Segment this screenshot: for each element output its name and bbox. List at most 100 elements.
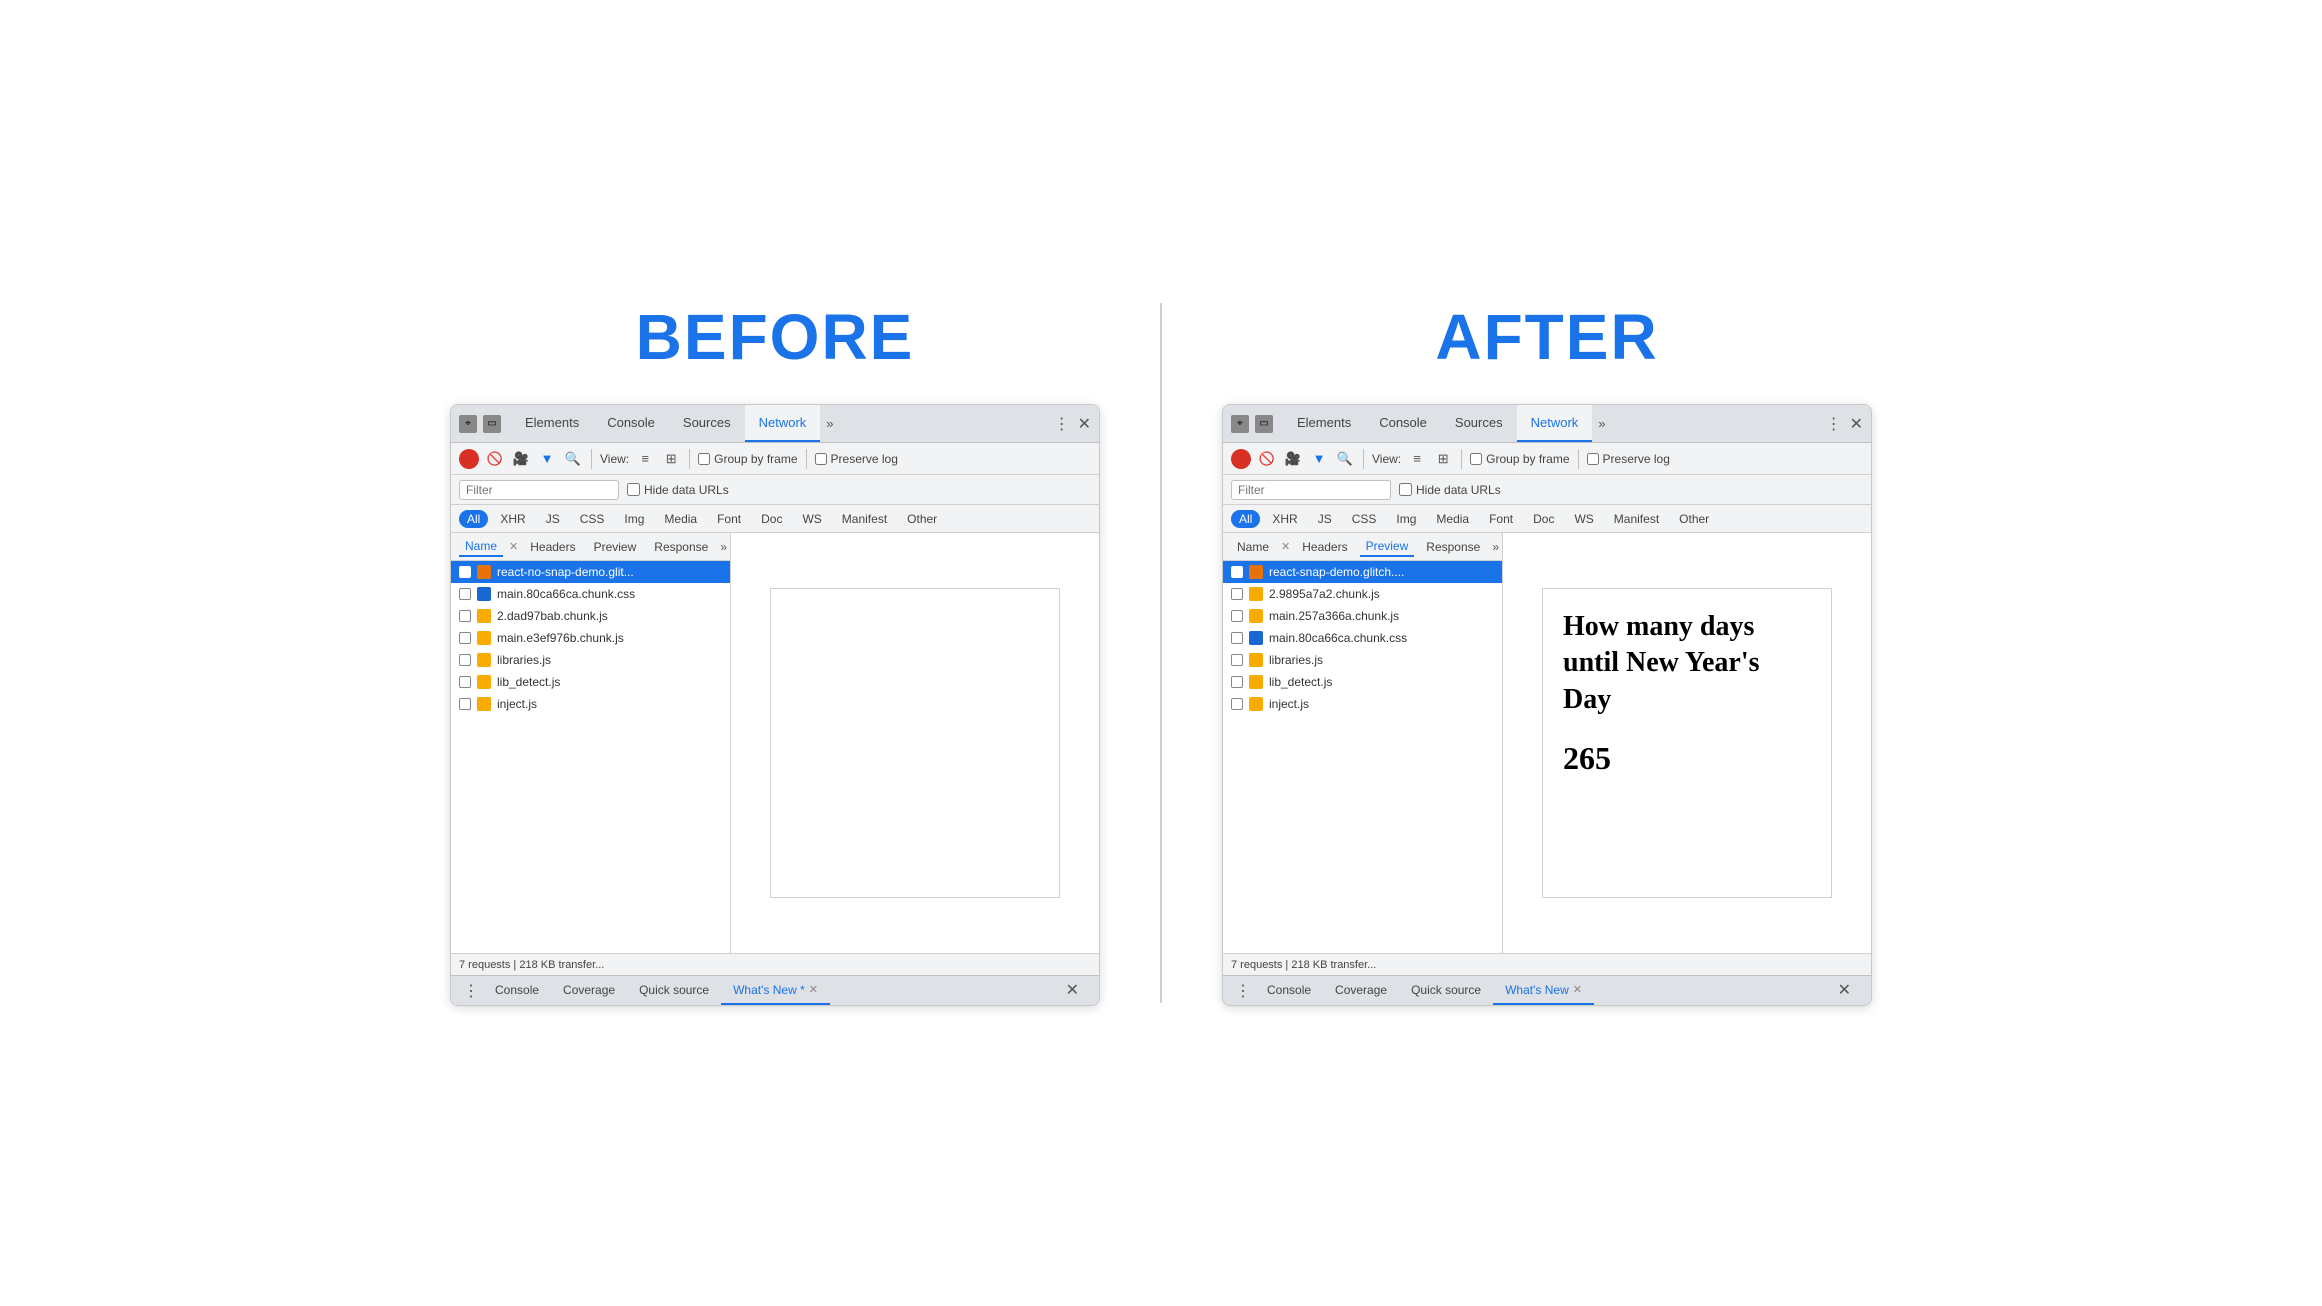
stop-icon-before[interactable]: 🚫 xyxy=(485,449,505,469)
more-tabs-after[interactable]: » xyxy=(1592,416,1611,431)
file-item-1-after[interactable]: 2.9895a7a2.chunk.js xyxy=(1223,583,1502,605)
type-manifest-before[interactable]: Manifest xyxy=(834,510,895,528)
bottom-tab-quick-source-before[interactable]: Quick source xyxy=(627,976,721,1005)
grid-view-icon-after[interactable]: ⊞ xyxy=(1433,449,1453,469)
tab-elements-after[interactable]: Elements xyxy=(1283,405,1365,442)
type-ws-after[interactable]: WS xyxy=(1566,510,1601,528)
close-panel-before[interactable]: ✕ xyxy=(509,540,518,553)
bottom-tab-quick-source-after[interactable]: Quick source xyxy=(1399,976,1493,1005)
type-other-after[interactable]: Other xyxy=(1671,510,1717,528)
panel-more-before[interactable]: » xyxy=(720,540,727,554)
bottom-menu-after[interactable]: ⋮ xyxy=(1231,981,1255,1001)
panel-tab-response-after[interactable]: Response xyxy=(1420,538,1486,556)
type-css-before[interactable]: CSS xyxy=(572,510,613,528)
panel-tab-preview-before[interactable]: Preview xyxy=(588,538,643,556)
tab-network-after[interactable]: Network xyxy=(1517,405,1593,442)
camera-icon-before[interactable]: 🎥 xyxy=(511,449,531,469)
group-by-frame-after[interactable]: Group by frame xyxy=(1470,452,1569,466)
menu-before[interactable]: ⋮ xyxy=(1054,414,1070,434)
type-ws-before[interactable]: WS xyxy=(794,510,829,528)
tab-console-after[interactable]: Console xyxy=(1365,405,1441,442)
type-font-after[interactable]: Font xyxy=(1481,510,1521,528)
menu-after[interactable]: ⋮ xyxy=(1826,414,1842,434)
file-item-4-before[interactable]: libraries.js xyxy=(451,649,730,671)
bottom-tab-whats-new-after[interactable]: What's New ✕ xyxy=(1493,976,1594,1005)
grid-view-icon-before[interactable]: ⊞ xyxy=(661,449,681,469)
file-item-3-before[interactable]: main.e3ef976b.chunk.js xyxy=(451,627,730,649)
panel-tab-name-before[interactable]: Name xyxy=(459,537,503,557)
bottom-tab-console-after[interactable]: Console xyxy=(1255,976,1323,1005)
whats-new-close-before[interactable]: ✕ xyxy=(809,983,818,996)
panel-tab-response-before[interactable]: Response xyxy=(648,538,714,556)
file-item-0-after[interactable]: react-snap-demo.glitch.... xyxy=(1223,561,1502,583)
close-before[interactable]: ✕ xyxy=(1078,414,1091,434)
filter-input-after[interactable] xyxy=(1231,480,1391,500)
file-item-6-before[interactable]: inject.js xyxy=(451,693,730,715)
cursor-icon-after[interactable]: ⌖ xyxy=(1231,415,1249,433)
type-doc-after[interactable]: Doc xyxy=(1525,510,1562,528)
list-view-icon-before[interactable]: ≡ xyxy=(635,449,655,469)
type-xhr-before[interactable]: XHR xyxy=(492,510,533,528)
list-view-icon-after[interactable]: ≡ xyxy=(1407,449,1427,469)
type-img-after[interactable]: Img xyxy=(1388,510,1424,528)
close-devtools-after[interactable]: ✕ xyxy=(1838,980,1851,1000)
file-item-2-before[interactable]: 2.dad97bab.chunk.js xyxy=(451,605,730,627)
filter-icon-after[interactable]: ▼ xyxy=(1309,449,1329,469)
preserve-log-before[interactable]: Preserve log xyxy=(815,452,898,466)
file-item-1-before[interactable]: main.80ca66ca.chunk.css xyxy=(451,583,730,605)
preserve-log-checkbox-after[interactable] xyxy=(1587,453,1599,465)
file-item-2-after[interactable]: main.257a366a.chunk.js xyxy=(1223,605,1502,627)
type-xhr-after[interactable]: XHR xyxy=(1264,510,1305,528)
record-button-before[interactable] xyxy=(459,449,479,469)
cursor-icon[interactable]: ⌖ xyxy=(459,415,477,433)
close-devtools-before[interactable]: ✕ xyxy=(1066,980,1079,1000)
device-icon[interactable]: ▭ xyxy=(483,415,501,433)
panel-tab-headers-before[interactable]: Headers xyxy=(524,538,581,556)
hide-data-urls-checkbox-after[interactable] xyxy=(1399,483,1412,496)
file-item-5-before[interactable]: lib_detect.js xyxy=(451,671,730,693)
type-manifest-after[interactable]: Manifest xyxy=(1606,510,1667,528)
close-panel-after[interactable]: ✕ xyxy=(1281,540,1290,553)
tab-elements-before[interactable]: Elements xyxy=(511,405,593,442)
panel-tab-headers-after[interactable]: Headers xyxy=(1296,538,1353,556)
group-by-frame-before[interactable]: Group by frame xyxy=(698,452,797,466)
type-media-after[interactable]: Media xyxy=(1428,510,1477,528)
tab-console-before[interactable]: Console xyxy=(593,405,669,442)
camera-icon-after[interactable]: 🎥 xyxy=(1283,449,1303,469)
file-item-4-after[interactable]: libraries.js xyxy=(1223,649,1502,671)
group-by-frame-checkbox-before[interactable] xyxy=(698,453,710,465)
type-all-after[interactable]: All xyxy=(1231,510,1260,528)
bottom-tab-whats-new-before[interactable]: What's New * ✕ xyxy=(721,976,830,1005)
type-js-before[interactable]: JS xyxy=(538,510,568,528)
panel-tab-preview-after[interactable]: Preview xyxy=(1360,537,1415,557)
panel-tab-name-after[interactable]: Name xyxy=(1231,538,1275,556)
bottom-tab-coverage-before[interactable]: Coverage xyxy=(551,976,627,1005)
filter-icon-before[interactable]: ▼ xyxy=(537,449,557,469)
bottom-tab-coverage-after[interactable]: Coverage xyxy=(1323,976,1399,1005)
type-font-before[interactable]: Font xyxy=(709,510,749,528)
preserve-log-after[interactable]: Preserve log xyxy=(1587,452,1670,466)
search-icon-after[interactable]: 🔍 xyxy=(1335,449,1355,469)
type-other-before[interactable]: Other xyxy=(899,510,945,528)
file-item-6-after[interactable]: inject.js xyxy=(1223,693,1502,715)
tab-sources-before[interactable]: Sources xyxy=(669,405,745,442)
type-doc-before[interactable]: Doc xyxy=(753,510,790,528)
close-after[interactable]: ✕ xyxy=(1850,414,1863,434)
hide-data-urls-checkbox-before[interactable] xyxy=(627,483,640,496)
more-tabs-before[interactable]: » xyxy=(820,416,839,431)
tab-network-before[interactable]: Network xyxy=(745,405,821,442)
search-icon-before[interactable]: 🔍 xyxy=(563,449,583,469)
device-icon-after[interactable]: ▭ xyxy=(1255,415,1273,433)
filter-input-before[interactable] xyxy=(459,480,619,500)
tab-sources-after[interactable]: Sources xyxy=(1441,405,1517,442)
stop-icon-after[interactable]: 🚫 xyxy=(1257,449,1277,469)
panel-more-after[interactable]: » xyxy=(1492,540,1499,554)
hide-data-urls-before[interactable]: Hide data URLs xyxy=(627,483,729,497)
group-by-frame-checkbox-after[interactable] xyxy=(1470,453,1482,465)
whats-new-close-after[interactable]: ✕ xyxy=(1573,983,1582,996)
type-img-before[interactable]: Img xyxy=(616,510,652,528)
file-item-0-before[interactable]: react-no-snap-demo.glit... xyxy=(451,561,730,583)
type-css-after[interactable]: CSS xyxy=(1344,510,1385,528)
type-js-after[interactable]: JS xyxy=(1310,510,1340,528)
preserve-log-checkbox-before[interactable] xyxy=(815,453,827,465)
